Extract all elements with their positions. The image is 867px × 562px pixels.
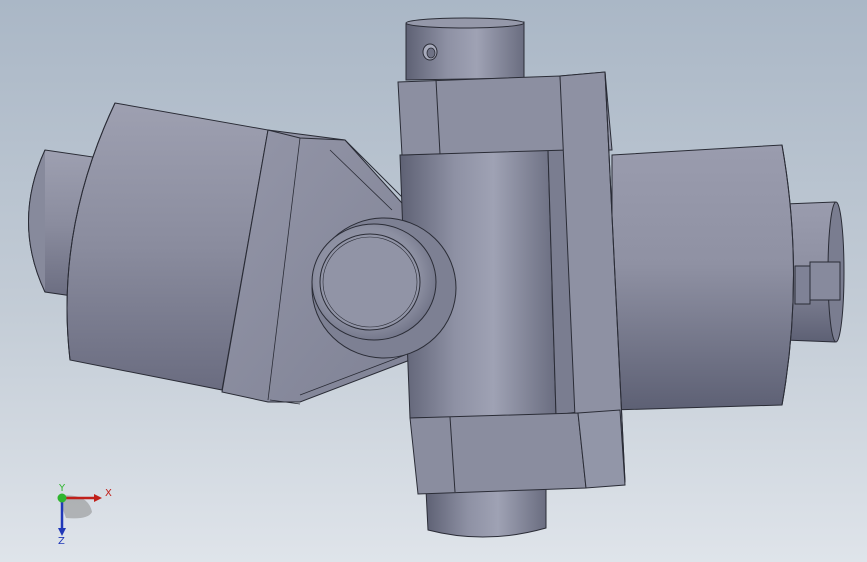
y-axis-label: Y (58, 483, 66, 494)
right-yoke-bottom-block[interactable] (409, 409, 626, 495)
graphics-viewport[interactable]: X Y Z (0, 0, 867, 562)
pin-boss[interactable] (311, 217, 457, 359)
bottom-shaft[interactable] (425, 487, 547, 538)
y-axis-icon (57, 493, 67, 503)
x-axis-label: X (105, 488, 112, 499)
right-cylinder-body[interactable] (611, 144, 794, 411)
universal-joint-model[interactable] (0, 0, 867, 562)
z-axis-label: Z (58, 536, 65, 546)
orientation-triad: X Y Z (48, 482, 118, 547)
top-shaft[interactable] (405, 17, 525, 81)
